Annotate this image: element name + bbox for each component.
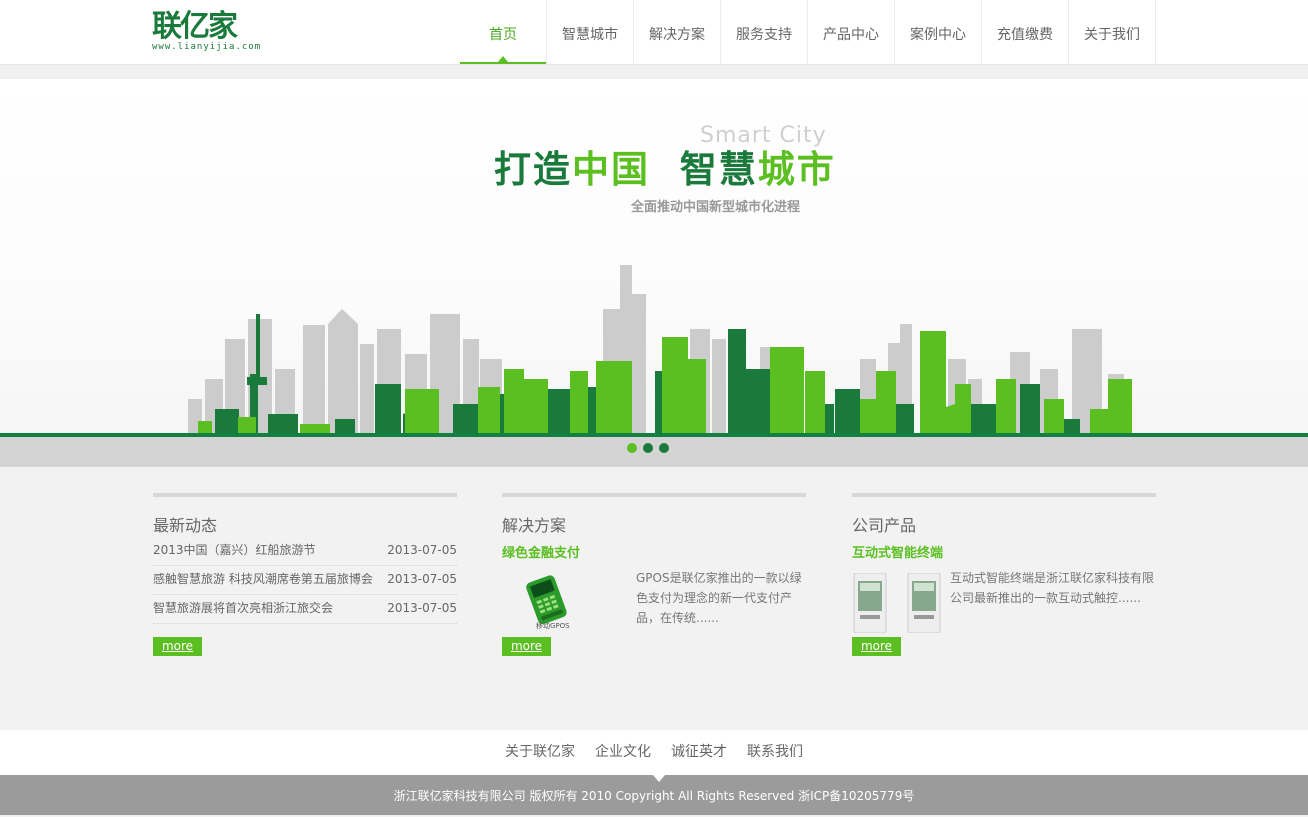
product-title: 公司产品: [852, 516, 917, 535]
nav-item-home[interactable]: 首页: [459, 0, 546, 64]
column-divider: [153, 493, 457, 497]
product-subtitle[interactable]: 互动式智能终端: [852, 542, 943, 561]
nav-item-recharge[interactable]: 充值缴费: [981, 0, 1068, 64]
news-item[interactable]: 智慧旅游展将首次亮相浙江旅交会 2013-07-05: [153, 595, 457, 624]
footer-link-about[interactable]: 关于联亿家: [505, 730, 575, 775]
slogan-part-b: 中国: [572, 148, 650, 191]
news-title: 最新动态: [153, 516, 218, 535]
news-item-title[interactable]: 智慧旅游展将首次亮相浙江旅交会: [153, 595, 333, 623]
header: 联亿家 www.lianyijia.com 首页 智慧城市 解决方案 服务支持 …: [0, 0, 1308, 65]
slogan-part-c: 智慧: [679, 148, 758, 191]
footer-links: 关于联亿家 企业文化 诚征英才 联系我们: [0, 730, 1308, 775]
footer-link-contact[interactable]: 联系我们: [747, 730, 803, 775]
slogan-part-a: 打造: [494, 148, 572, 191]
column-divider: [502, 493, 806, 497]
nav-item-support[interactable]: 服务支持: [720, 0, 807, 64]
banner-slogan: 打造中国 智慧城市: [494, 147, 836, 193]
solution-title: 解决方案: [502, 516, 567, 535]
footer-arrow-icon: [653, 775, 665, 782]
news-item[interactable]: 2013中国（嘉兴）红船旅游节 2013-07-05: [153, 537, 457, 566]
footer-link-careers[interactable]: 诚征英才: [671, 730, 727, 775]
news-more-button[interactable]: more: [153, 637, 202, 656]
banner-smart-city-text: Smart City: [700, 123, 827, 148]
solution-more-button[interactable]: more: [502, 637, 551, 656]
nav-item-solutions[interactable]: 解决方案: [633, 0, 720, 64]
logo-url: www.lianyijia.com: [152, 42, 262, 52]
news-item-date: 2013-07-05: [387, 572, 457, 586]
slider-dot-3[interactable]: [659, 443, 669, 453]
news-item-date: 2013-07-05: [387, 543, 457, 557]
news-item[interactable]: 感触智慧旅游 科技风潮席卷第五届旅博会 2013-07-05: [153, 566, 457, 595]
news-column: 最新动态 2013中国（嘉兴）红船旅游节 2013-07-05 感触智慧旅游 科…: [153, 493, 457, 656]
gpos-caption: 移动GPOS: [536, 622, 570, 630]
slider-dot-2[interactable]: [643, 443, 653, 453]
news-item-title[interactable]: 感触智慧旅游 科技风潮席卷第五届旅博会: [153, 566, 373, 594]
news-item-title[interactable]: 2013中国（嘉兴）红船旅游节: [153, 537, 316, 565]
slider-pagination: [627, 443, 669, 453]
slider-dot-1[interactable]: [627, 443, 637, 453]
solution-description: GPOS是联亿家推出的一款以绿色支付为理念的新一代支付产品，在传统......: [636, 571, 802, 625]
logo[interactable]: 联亿家 www.lianyijia.com: [152, 10, 272, 60]
product-description: 互动式智能终端是浙江联亿家科技有限公司最新推出的一款互动式触控......: [950, 571, 1155, 605]
footer-link-culture[interactable]: 企业文化: [595, 730, 651, 775]
solution-column: 解决方案 绿色金融支付 移动GPOS GPOS是联亿家推出的一款以绿色支付为理念…: [502, 493, 806, 656]
product-more-button[interactable]: more: [852, 637, 901, 656]
news-list: 2013中国（嘉兴）红船旅游节 2013-07-05 感触智慧旅游 科技风潮席卷…: [153, 537, 457, 624]
nav-item-cases[interactable]: 案例中心: [894, 0, 981, 64]
column-divider: [852, 493, 1156, 497]
news-item-date: 2013-07-05: [387, 601, 457, 615]
slogan-part-d: 城市: [757, 148, 836, 191]
logo-text: 联亿家: [152, 9, 238, 44]
nav-item-smart-city[interactable]: 智慧城市: [546, 0, 633, 64]
header-gap: [0, 65, 1308, 79]
nav-item-about[interactable]: 关于我们: [1068, 0, 1156, 64]
main-nav: 首页 智慧城市 解决方案 服务支持 产品中心 案例中心 充值缴费 关于我们: [459, 0, 1156, 64]
kiosk-terminal-image[interactable]: [852, 573, 942, 633]
city-skyline-illustration: [188, 265, 1132, 434]
solution-subtitle[interactable]: 绿色金融支付: [502, 542, 580, 561]
banner-slider: Smart City 打造中国 智慧城市 全面推动中国新型城市化进程: [0, 79, 1308, 467]
nav-item-products[interactable]: 产品中心: [807, 0, 894, 64]
banner-subtitle: 全面推动中国新型城市化进程: [631, 200, 801, 215]
product-column: 公司产品 互动式智能终端 互动式智能终端是浙江联亿家科技有限公司最新推出的一款互…: [852, 493, 1156, 656]
